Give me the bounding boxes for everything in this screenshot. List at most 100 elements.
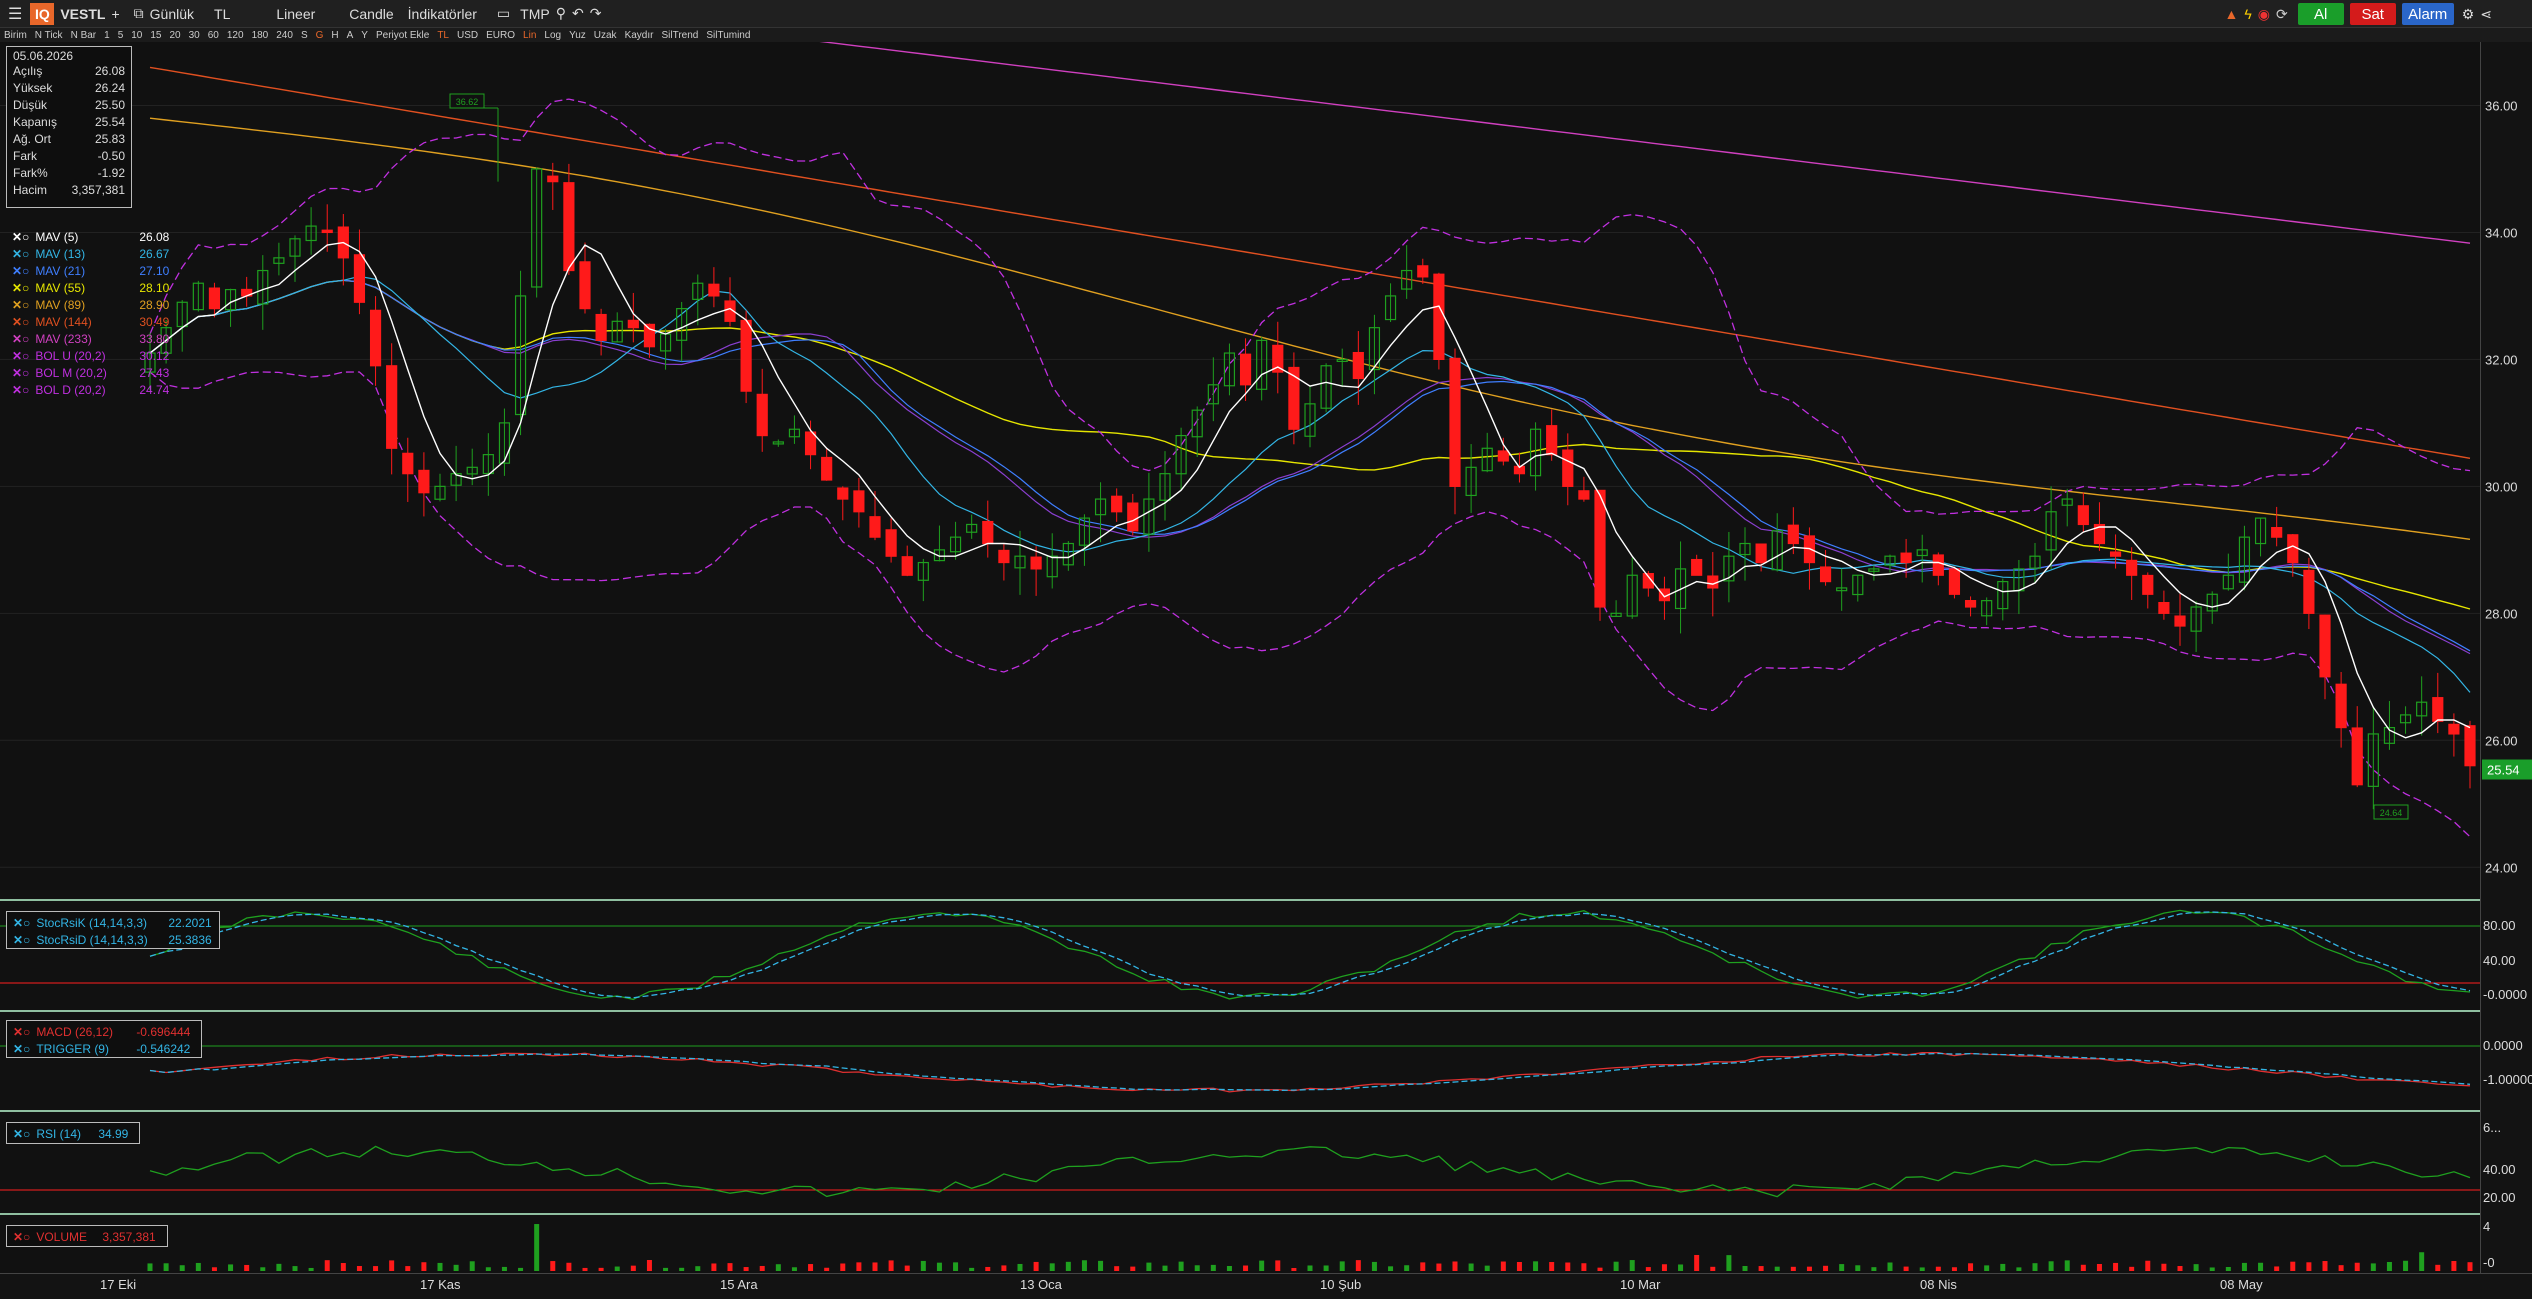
subbar-item[interactable]: Y xyxy=(357,30,372,41)
legend-row[interactable]: ✕○ MAV (13) 26.67 xyxy=(12,245,182,262)
ohlc-row-label: Fark% xyxy=(13,166,48,180)
subbar-item[interactable]: EURO xyxy=(482,30,519,41)
subbar-item[interactable]: Yuz xyxy=(565,30,590,41)
remove-indicator-icon[interactable]: ✕○ xyxy=(12,230,29,244)
remove-indicator-icon[interactable]: ✕○ xyxy=(12,247,29,261)
subbar-item[interactable]: G xyxy=(312,30,328,41)
volume-bar xyxy=(2209,1267,2215,1271)
subbar-item[interactable]: N Tick xyxy=(31,30,67,41)
subbar-item[interactable]: 180 xyxy=(248,30,273,41)
volume-bar xyxy=(614,1266,620,1271)
legend-row[interactable]: ✕○ MAV (5) 26.08 xyxy=(12,228,182,245)
record-icon[interactable]: ◉ xyxy=(2258,6,2270,23)
volume-bar xyxy=(1065,1261,1071,1271)
price-axis[interactable]: 36.00 34.00 32.00 30.00 28.00 26.00 24.00 25.54 xyxy=(2480,42,2532,899)
share-icon[interactable]: ⋖ xyxy=(2480,6,2492,23)
stochrsi-panel[interactable]: ✕○ StocRsiK (14,14,3,3) 22.2021 ✕○ StocRsiD… xyxy=(0,899,2480,1010)
legend-row[interactable]: ✕○ MAV (144) 30.49 xyxy=(12,313,182,330)
subbar-item[interactable]: N Bar xyxy=(67,30,101,41)
volume-bar xyxy=(1742,1265,1748,1271)
subbar-item[interactable]: Kaydır xyxy=(621,30,658,41)
chart-type-selector[interactable]: Candle xyxy=(349,6,393,22)
remove-indicator-icon[interactable]: ✕○ xyxy=(12,332,29,346)
undo-icon[interactable]: ↶ xyxy=(572,5,584,22)
redo-icon[interactable]: ↷ xyxy=(590,5,602,22)
alarm-button[interactable]: Alarm xyxy=(2401,3,2454,25)
subbar-item[interactable]: 240 xyxy=(272,30,297,41)
legend-row[interactable]: ✕○ MAV (89) 28.90 xyxy=(12,296,182,313)
period-selector[interactable]: Günlük xyxy=(150,6,194,22)
subbar-item[interactable]: SilTumind xyxy=(702,30,754,41)
volume-bar xyxy=(1774,1266,1780,1271)
price-tick: 24.00 xyxy=(2485,860,2518,875)
remove-indicator-icon[interactable]: ✕○ xyxy=(12,298,29,312)
candlestick-chart[interactable]: 36.62 24.64 xyxy=(0,42,2480,899)
volume-panel[interactable]: ✕○ VOLUME 3,357,381 xyxy=(0,1213,2480,1273)
flame-icon[interactable]: ▲ xyxy=(2224,6,2238,22)
subbar-item[interactable]: 120 xyxy=(223,30,248,41)
volume-bar xyxy=(518,1267,524,1271)
legend-row[interactable]: ✕○ BOL U (20,2) 30.12 xyxy=(12,347,182,364)
bolt-icon[interactable]: ϟ xyxy=(2244,6,2251,22)
stochrsi-axis[interactable]: 80.00 40.00 -0.0000 xyxy=(2480,899,2532,1010)
remove-indicator-icon[interactable]: ✕○ xyxy=(12,366,29,380)
subbar-item[interactable]: 10 xyxy=(127,30,146,41)
volume-bar xyxy=(1726,1255,1732,1271)
subbar-item[interactable]: SilTrend xyxy=(657,30,702,41)
volume-bar xyxy=(2145,1260,2151,1271)
subbar-item[interactable]: Lin xyxy=(519,30,540,41)
candle-body xyxy=(547,175,559,183)
currency-selector[interactable]: TL xyxy=(214,6,230,22)
volume-axis[interactable]: 4 -0 xyxy=(2480,1213,2532,1273)
subbar-item[interactable]: USD xyxy=(453,30,482,41)
subbar-item[interactable]: Periyot Ekle xyxy=(372,30,433,41)
subbar-item[interactable]: 60 xyxy=(204,30,223,41)
legend-row[interactable]: ✕○ BOL M (20,2) 27.43 xyxy=(12,364,182,381)
macd-axis[interactable]: 0.0000 -1.000000 xyxy=(2480,1010,2532,1110)
buy-button[interactable]: Al xyxy=(2297,3,2344,25)
remove-indicator-icon[interactable]: ✕○ xyxy=(12,383,29,397)
zoom-icon[interactable]: ⚲ xyxy=(556,5,566,22)
candle-body xyxy=(2432,697,2444,722)
subbar-item[interactable]: Uzak xyxy=(590,30,621,41)
folder-icon[interactable]: ▭ xyxy=(497,5,510,22)
subbar-item[interactable]: 5 xyxy=(114,30,128,41)
rsi-panel[interactable]: ✕○ RSI (14) 34.99 xyxy=(0,1110,2480,1213)
remove-indicator-icon[interactable]: ✕○ xyxy=(12,264,29,278)
subbar-item[interactable]: 30 xyxy=(185,30,204,41)
add-symbol-button[interactable]: + xyxy=(111,6,119,22)
sell-button[interactable]: Sat xyxy=(2349,3,2396,25)
subbar-item[interactable]: H xyxy=(327,30,342,41)
legend-name: BOL U (20,2) xyxy=(35,348,106,363)
external-link-icon[interactable]: ⧉ xyxy=(134,5,144,22)
macd-panel[interactable]: ✕○ MACD (26,12) -0.696444 ✕○ TRIGGER (9) -0.… xyxy=(0,1010,2480,1110)
gear-icon[interactable]: ⚙ xyxy=(2462,6,2475,23)
legend-row[interactable]: ✕○ MAV (233) 33.80 xyxy=(12,330,182,347)
subbar-item[interactable]: Log xyxy=(540,30,565,41)
indicators-menu[interactable]: İndikatörler xyxy=(408,6,477,22)
scale-type-selector[interactable]: Lineer xyxy=(276,6,315,22)
price-panel[interactable]: 36.62 24.64 xyxy=(0,42,2480,899)
remove-indicator-icon[interactable]: ✕○ xyxy=(12,349,29,363)
remove-indicator-icon[interactable]: ✕○ xyxy=(12,281,29,295)
volume-bar xyxy=(1081,1260,1087,1271)
subbar-item[interactable]: A xyxy=(343,30,358,41)
subbar-item[interactable]: 1 xyxy=(100,30,114,41)
candle-body xyxy=(643,323,656,348)
rsi-axis[interactable]: 6... 40.00 20.00 xyxy=(2480,1110,2532,1213)
symbol-label[interactable]: VESTL xyxy=(60,6,105,22)
legend-row[interactable]: ✕○ MAV (21) 27.10 xyxy=(12,262,182,279)
subbar-item[interactable]: TL xyxy=(433,30,453,41)
subbar-item[interactable]: 15 xyxy=(146,30,165,41)
legend-row[interactable]: ✕○ MAV (55) 28.10 xyxy=(12,279,182,296)
legend-row[interactable]: ✕○ BOL D (20,2) 24.74 xyxy=(12,381,182,398)
date-axis[interactable]: 17 Eki 17 Kas 15 Ara 13 Oca 10 Şub 10 Mar 08 N… xyxy=(0,1273,2532,1293)
subbar-item[interactable]: Birim xyxy=(0,30,31,41)
axis-tick: -0 xyxy=(2483,1255,2495,1270)
refresh-icon[interactable]: ⟳ xyxy=(2276,6,2288,23)
menu-icon[interactable]: ☰ xyxy=(8,4,22,24)
subbar-item[interactable]: 20 xyxy=(166,30,185,41)
template-button[interactable]: TMP xyxy=(520,6,550,22)
remove-indicator-icon[interactable]: ✕○ xyxy=(12,315,29,329)
subbar-item[interactable]: S xyxy=(297,30,312,41)
